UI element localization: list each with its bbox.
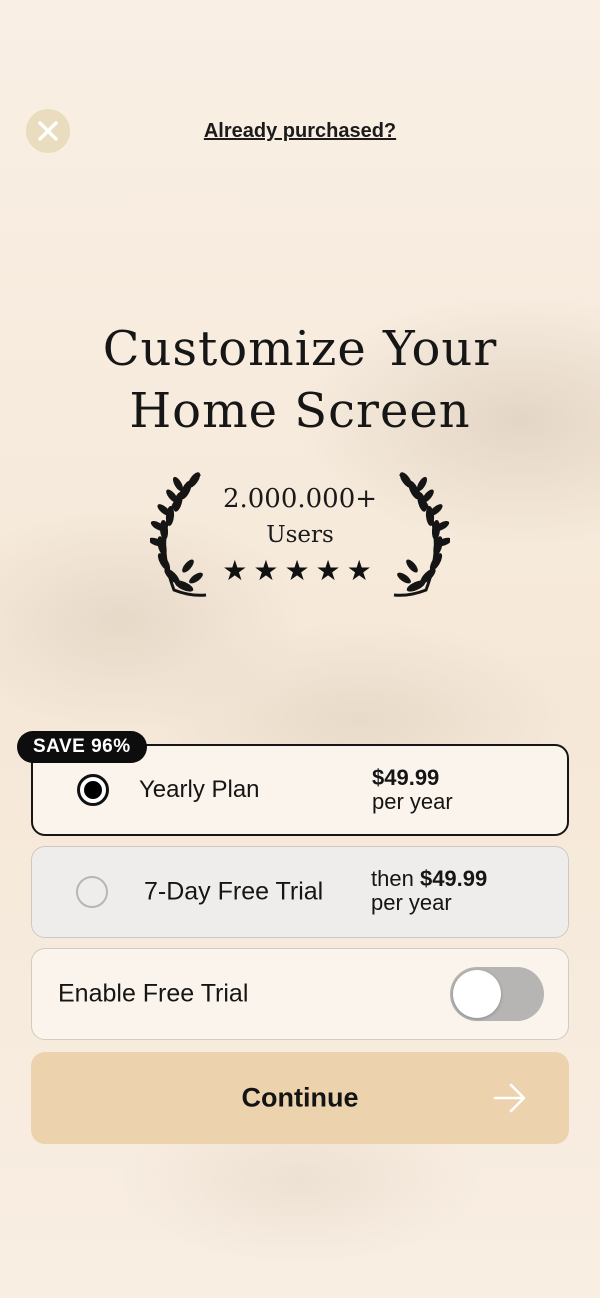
plan-price-amount: $49.99	[372, 765, 440, 790]
free-trial-toggle-label: Enable Free Trial	[58, 979, 249, 1008]
toggle-knob	[453, 970, 501, 1018]
plan-price-prefix: then	[371, 866, 414, 891]
plan-price-period: per year	[371, 890, 452, 915]
title-line-2: Home Screen	[129, 383, 471, 439]
page-title: Customize Your Home Screen	[0, 318, 600, 442]
plan-price: then $49.99 per year	[371, 867, 487, 915]
title-line-1: Customize Your	[102, 321, 498, 377]
radio-selected-icon[interactable]	[77, 774, 109, 806]
plan-name: Yearly Plan	[139, 776, 260, 803]
plan-option-trial[interactable]: 7-Day Free Trial then $49.99 per year	[31, 846, 569, 938]
users-badge: 2.000.000+ Users ★★★★★	[150, 468, 450, 598]
arrow-right-icon	[493, 1083, 526, 1113]
plan-price: $49.99 per year	[372, 766, 453, 814]
free-trial-toggle[interactable]	[450, 967, 544, 1021]
already-purchased-link[interactable]: Already purchased?	[0, 120, 600, 143]
radio-unselected-icon[interactable]	[76, 876, 108, 908]
plan-price-amount: $49.99	[419, 866, 488, 891]
laurel-right-icon	[393, 472, 450, 597]
save-badge: SAVE 96%	[17, 731, 147, 763]
free-trial-toggle-row: Enable Free Trial	[31, 948, 569, 1040]
plan-name: 7-Day Free Trial	[144, 877, 324, 906]
continue-label: Continue	[241, 1082, 359, 1113]
plan-price-period: per year	[372, 789, 453, 814]
continue-button[interactable]: Continue	[31, 1052, 569, 1144]
